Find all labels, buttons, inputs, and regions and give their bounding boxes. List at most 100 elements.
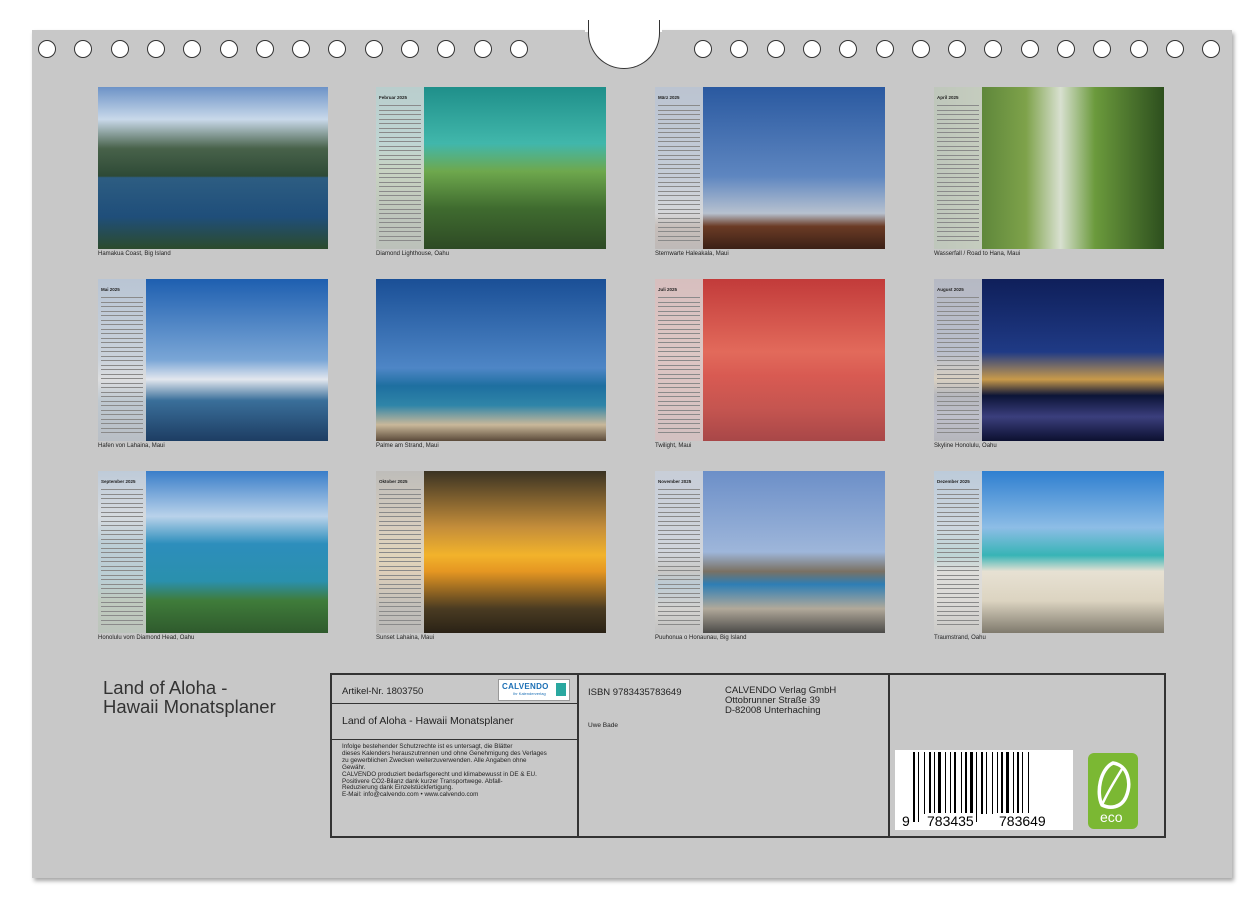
day-line [658,297,700,298]
photo-caption: Traumstrand, Oahu [934,635,986,641]
barcode-bar [970,752,973,822]
day-line [937,168,979,169]
day-line [379,493,421,495]
day-line [101,328,143,330]
barcode-bar [929,752,931,814]
day-line [658,396,700,397]
photo-caption: Sunset Lahaina, Maui [376,635,435,641]
day-line [658,556,700,558]
day-line [937,109,979,111]
binding-hole [1020,40,1039,58]
day-line [937,123,979,124]
day-line [937,588,979,589]
day-line [937,333,979,334]
month-photo: August 2025 [934,279,1164,441]
day-line [658,199,700,201]
day-line [379,529,421,531]
day-line [658,172,700,174]
day-line [101,346,143,348]
day-line [658,547,700,549]
day-line [658,619,700,621]
day-line [937,360,979,361]
day-line [379,199,421,201]
calendar-grid-overlay: September 2025 [98,471,146,633]
day-line [937,507,979,508]
day-line [937,204,979,205]
day-line [658,159,700,160]
day-line [937,502,979,504]
day-line [101,552,143,553]
day-line [379,154,421,156]
day-line [658,565,700,567]
calendar-grid-overlay: November 2025 [655,471,703,633]
day-line [658,141,700,142]
day-line [101,405,143,406]
day-line [101,382,143,384]
day-line [379,556,421,558]
day-line [379,543,421,544]
day-line [658,592,700,594]
month-name: September 2025 [101,479,136,484]
day-line [658,570,700,571]
day-line [937,324,979,325]
binding-hole [1129,40,1148,58]
day-line [658,520,700,522]
binding-hole [74,40,93,58]
day-line [379,186,421,187]
day-line [379,123,421,124]
day-line [101,324,143,325]
binding-hole [948,40,967,58]
day-line [937,195,979,196]
day-line [937,409,979,411]
day-line [658,574,700,576]
day-line [658,145,700,147]
day-line [937,378,979,379]
barcode-bar [1013,752,1014,814]
day-line [101,319,143,321]
day-line [658,328,700,330]
day-line [937,520,979,522]
product-info-box: Artikel-Nr. 1803750 CALVENDO Ihr Kalende… [330,673,1166,838]
day-line [101,597,143,598]
day-line [658,204,700,205]
day-line [658,319,700,321]
day-line [937,199,979,201]
calvendo-logo: CALVENDO Ihr Kalenderverlag [498,679,570,701]
day-line [379,592,421,594]
day-line [658,301,700,303]
day-line [379,615,421,616]
day-line [937,346,979,348]
day-line [658,333,700,334]
barcode-bar [961,752,962,814]
product-title: Land of Aloha - Hawaii Monatsplaner [342,715,514,727]
day-line [101,333,143,334]
photo-caption: Sternwarte Haleakala, Maui [655,251,729,257]
month-name: April 2025 [937,95,959,100]
day-line [101,511,143,513]
day-line [658,195,700,196]
day-line [101,516,143,517]
day-line [658,543,700,544]
day-line [937,364,979,366]
day-line [658,226,700,228]
month-photo: September 2025 [98,471,328,633]
day-line [379,588,421,589]
binding-hole [292,40,311,58]
day-line [937,516,979,517]
calendar-grid-overlay: April 2025 [934,87,982,249]
day-line [937,105,979,106]
day-line [937,150,979,151]
barcode-bar [924,752,925,814]
day-line [379,235,421,237]
day-line [658,190,700,192]
day-line [658,432,700,433]
day-line [658,405,700,406]
calendar-grid-overlay: Oktober 2025 [376,471,424,633]
day-line [379,118,421,120]
day-line [101,391,143,393]
day-line [101,520,143,522]
month-photo: April 2025 [934,87,1164,249]
day-line [658,177,700,178]
day-line [937,615,979,616]
binding-hole [1165,40,1184,58]
